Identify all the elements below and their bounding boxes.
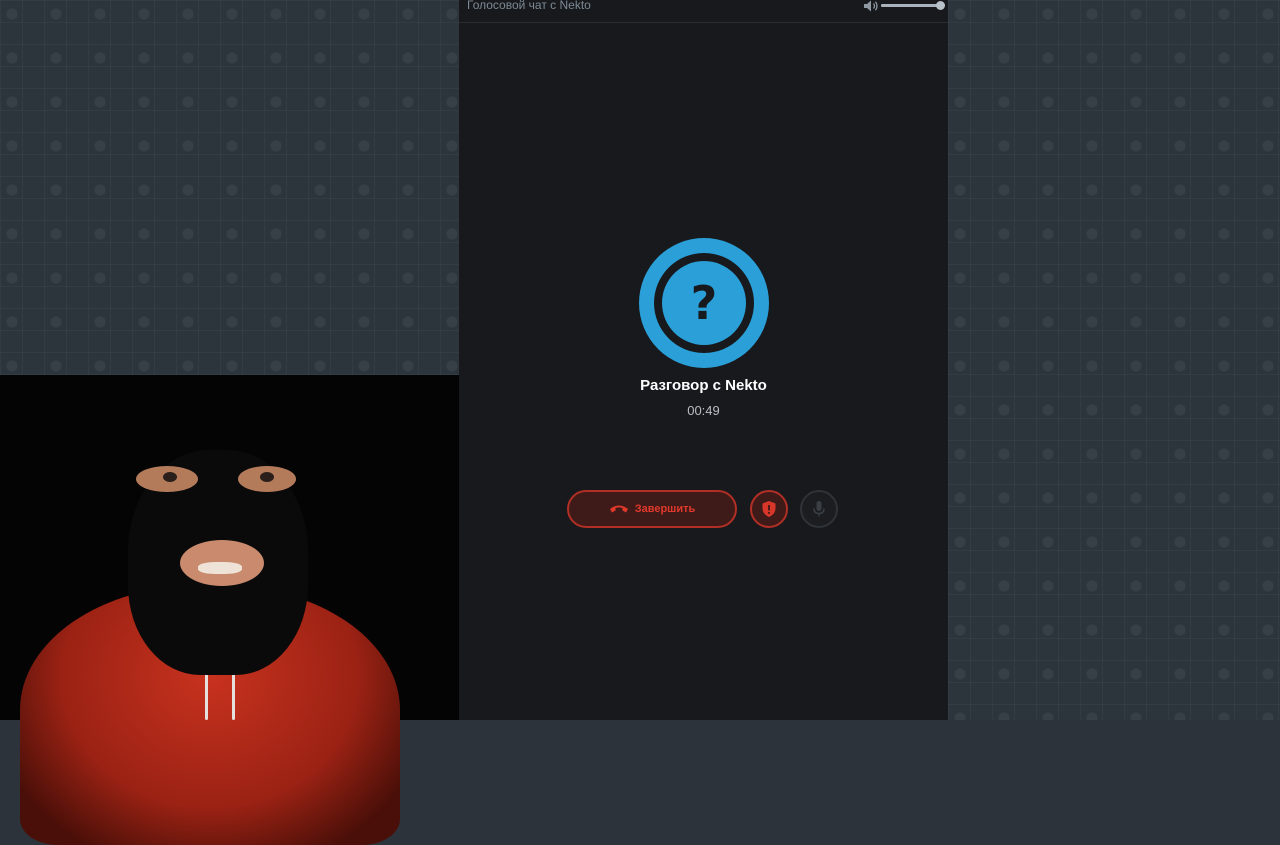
webcam-teeth [198,562,242,574]
microphone-icon [813,501,825,517]
speaker-icon[interactable] [863,0,879,13]
background-pattern-right [948,0,1280,720]
webcam-eye [163,472,177,482]
volume-slider-fill [881,4,941,7]
call-title: Разговор с Nekto [640,377,767,394]
shield-icon [762,501,776,517]
hoodie-string [232,672,235,720]
end-call-label: Завершить [634,503,696,515]
avatar: ? [639,238,769,368]
volume-slider[interactable] [881,4,941,7]
voice-chat-panel: Голосовой чат с Nekto ? Разговор с Nekto… [459,0,948,720]
question-mark-icon: ? [662,261,746,345]
panel-header: Голосовой чат с Nekto [459,0,948,23]
webcam-eye [260,472,274,482]
microphone-button[interactable] [800,490,838,528]
report-button[interactable] [750,490,788,528]
phone-hangup-icon [609,505,628,513]
call-timer: 00:49 [687,403,720,418]
avatar-gap: ? [654,253,754,353]
panel-title: Голосовой чат с Nekto [467,0,591,12]
hoodie-string [205,672,208,720]
volume-slider-knob[interactable] [936,1,945,10]
end-call-button[interactable]: Завершить [567,490,737,528]
